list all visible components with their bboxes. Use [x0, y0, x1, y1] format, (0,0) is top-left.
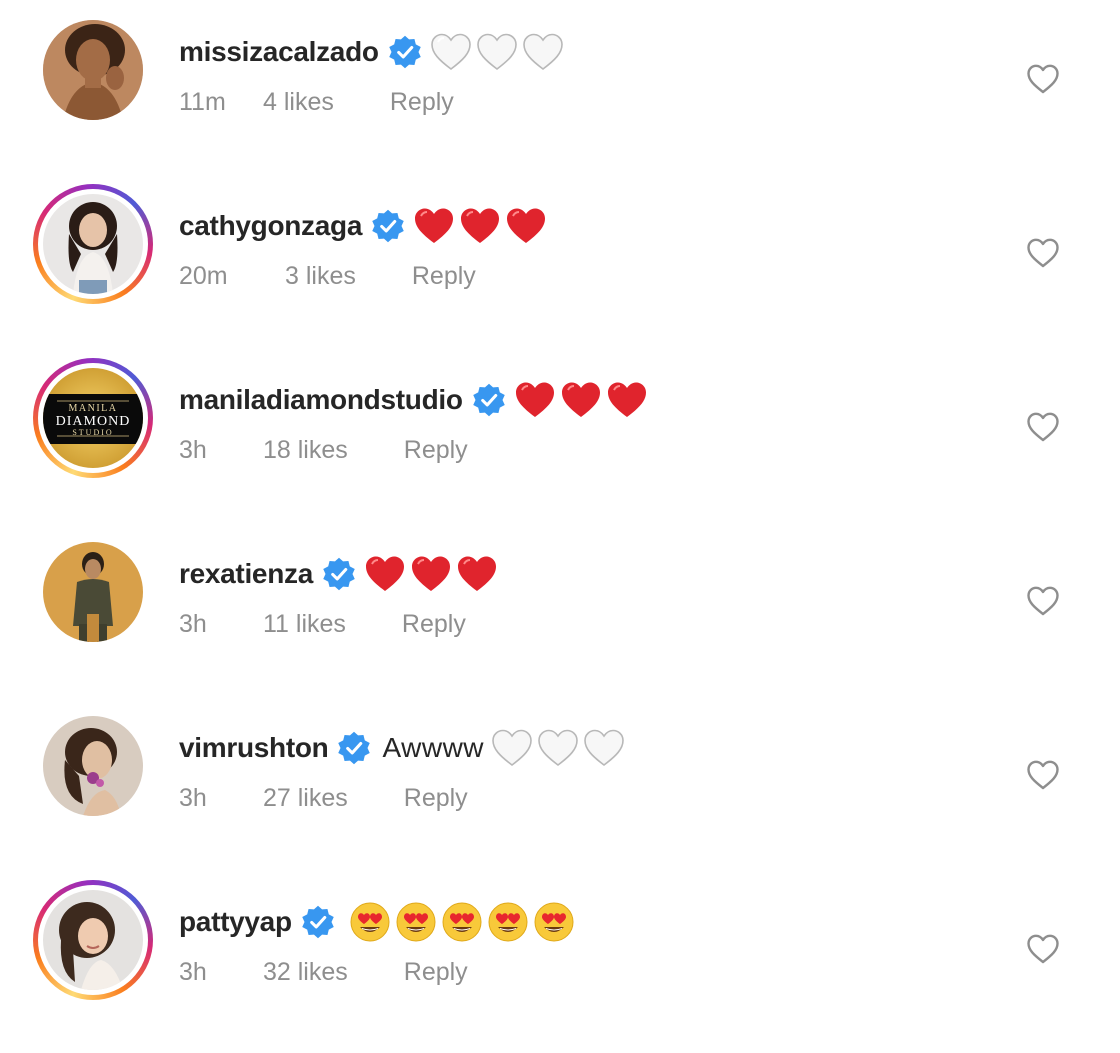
heart-outline-icon	[1027, 238, 1059, 268]
red-heart-icon	[409, 552, 453, 596]
comment-timestamp: 20m	[179, 261, 228, 290]
comment-timestamp: 11m	[179, 87, 226, 116]
like-button[interactable]	[1026, 236, 1060, 270]
brand-logo: MANILA DIAMOND STUDIO	[43, 368, 143, 468]
verified-badge-icon	[300, 904, 336, 940]
red-heart-icon	[363, 552, 407, 596]
username[interactable]: vimrushton	[179, 732, 329, 764]
comment-emojis	[429, 30, 567, 74]
red-heart-icon	[504, 204, 548, 248]
comment-timestamp: 3h	[179, 783, 207, 812]
white-heart-icon	[521, 30, 565, 74]
heart-outline-icon	[1027, 64, 1059, 94]
reply-button[interactable]: Reply	[402, 610, 466, 639]
comment-emojis	[363, 552, 501, 596]
comment-item: pattyyap 3h 32 likes Reply	[0, 870, 1120, 1010]
verified-badge-icon	[370, 208, 406, 244]
reply-button[interactable]: Reply	[412, 262, 476, 291]
white-heart-icon	[475, 30, 519, 74]
comment-item: rexatienza 3h 11 likes Reply	[0, 522, 1120, 662]
heart-eyes-face-icon	[348, 900, 392, 944]
like-button[interactable]	[1026, 410, 1060, 444]
profile-photo	[43, 20, 143, 120]
verified-badge-icon	[336, 730, 372, 766]
profile-photo	[43, 194, 143, 294]
avatar[interactable]	[33, 706, 153, 826]
like-button[interactable]	[1026, 758, 1060, 792]
comment-emojis	[412, 204, 550, 248]
comment-item: missizacalzado 11m 4 likes Reply	[0, 0, 1120, 140]
avatar[interactable]	[33, 880, 153, 1000]
logo-line1: MANILA	[69, 403, 118, 414]
comment-item: vimrushton Awwww 3h 27 likes Reply	[0, 696, 1120, 836]
like-count[interactable]: 32 likes	[263, 958, 348, 987]
comment-emojis	[490, 726, 628, 770]
comment-text: Awwww	[382, 732, 485, 763]
comment-emojis	[513, 378, 651, 422]
username[interactable]: pattyyap	[179, 906, 292, 938]
white-heart-icon	[582, 726, 626, 770]
white-heart-icon	[490, 726, 534, 770]
profile-photo	[43, 890, 143, 990]
red-heart-icon	[559, 378, 603, 422]
like-button[interactable]	[1026, 584, 1060, 618]
heart-eyes-face-icon	[394, 900, 438, 944]
verified-badge-icon	[321, 556, 357, 592]
verified-badge-icon	[471, 382, 507, 418]
heart-outline-icon	[1027, 586, 1059, 616]
red-heart-icon	[513, 378, 557, 422]
like-button[interactable]	[1026, 932, 1060, 966]
heart-eyes-face-icon	[440, 900, 484, 944]
white-heart-icon	[536, 726, 580, 770]
logo-line3: STUDIO	[72, 428, 113, 437]
like-count[interactable]: 3 likes	[285, 262, 356, 291]
heart-eyes-face-icon	[532, 900, 576, 944]
heart-outline-icon	[1027, 412, 1059, 442]
username[interactable]: maniladiamondstudio	[179, 384, 463, 416]
like-count[interactable]: 11 likes	[263, 610, 346, 639]
like-button[interactable]	[1026, 62, 1060, 96]
username[interactable]: cathygonzaga	[179, 210, 362, 242]
like-count[interactable]: 4 likes	[263, 88, 334, 117]
profile-photo	[43, 542, 143, 642]
verified-badge-icon	[387, 34, 423, 70]
profile-photo	[43, 716, 143, 816]
red-heart-icon	[458, 204, 502, 248]
reply-button[interactable]: Reply	[404, 958, 468, 987]
comment-timestamp: 3h	[179, 957, 207, 986]
comment-emojis	[348, 900, 578, 944]
comment-item: cathygonzaga 20m 3 likes Reply	[0, 174, 1120, 314]
username[interactable]: missizacalzado	[179, 36, 379, 68]
username[interactable]: rexatienza	[179, 558, 313, 590]
white-heart-icon	[429, 30, 473, 74]
reply-button[interactable]: Reply	[404, 436, 468, 465]
like-count[interactable]: 27 likes	[263, 784, 348, 813]
logo-line2: DIAMOND	[56, 414, 131, 429]
avatar[interactable]	[33, 532, 153, 652]
avatar[interactable]	[33, 10, 153, 130]
heart-outline-icon	[1027, 760, 1059, 790]
heart-outline-icon	[1027, 934, 1059, 964]
reply-button[interactable]: Reply	[404, 784, 468, 813]
avatar[interactable]: MANILA DIAMOND STUDIO	[33, 358, 153, 478]
heart-eyes-face-icon	[486, 900, 530, 944]
red-heart-icon	[605, 378, 649, 422]
reply-button[interactable]: Reply	[390, 88, 454, 117]
red-heart-icon	[455, 552, 499, 596]
red-heart-icon	[412, 204, 456, 248]
avatar[interactable]	[33, 184, 153, 304]
like-count[interactable]: 18 likes	[263, 436, 348, 465]
comment-item: MANILA DIAMOND STUDIO maniladiamondstudi…	[0, 348, 1120, 488]
comment-timestamp: 3h	[179, 609, 207, 638]
comment-timestamp: 3h	[179, 435, 207, 464]
